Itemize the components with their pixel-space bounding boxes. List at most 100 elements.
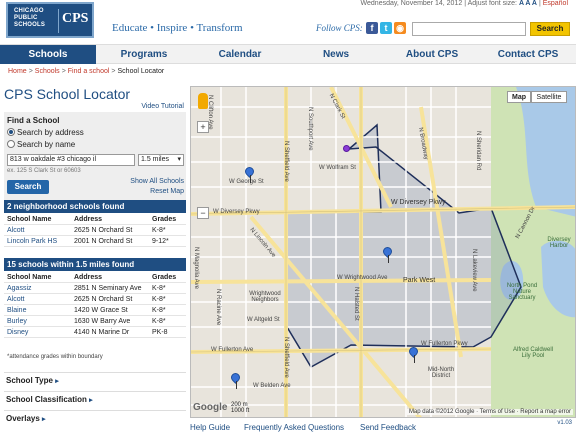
col-school-name: School Name xyxy=(7,216,52,223)
logo-divider xyxy=(58,9,59,33)
street-label: W Fullerton Ave xyxy=(211,347,254,353)
help-guide-link[interactable]: Help Guide xyxy=(190,423,230,432)
radio-unselected-icon[interactable] xyxy=(7,140,15,148)
nav-calendar[interactable]: Calendar xyxy=(192,45,288,64)
street-label: N Clifton Ave xyxy=(207,95,213,130)
language-link[interactable]: Español xyxy=(543,0,568,7)
table-row: Blaine 1420 W Grace St K-8* xyxy=(4,305,186,316)
app-version: v1.03 xyxy=(557,420,572,426)
school-link[interactable]: Blaine xyxy=(7,305,26,316)
breadcrumb-sep: > xyxy=(111,68,116,75)
logo-line-2: PUBLIC xyxy=(14,15,38,21)
school-link[interactable]: Disney xyxy=(7,327,28,338)
street-label: W Belden Ave xyxy=(253,383,291,389)
school-address: 1630 W Barry Ave xyxy=(74,318,131,325)
nearby-table: School Name Address Grades Agassiz 2851 … xyxy=(4,272,186,338)
nav-contact[interactable]: Contact CPS xyxy=(480,45,576,64)
area-label: Mid-North District xyxy=(427,367,455,379)
breadcrumb-schools[interactable]: Schools xyxy=(35,68,60,75)
col-grades: Grades xyxy=(152,274,177,281)
street-label: N Magnolia Ave xyxy=(193,247,199,289)
logo-cps: CPS xyxy=(62,11,89,26)
show-all-schools-link[interactable]: Show All Schools xyxy=(130,178,184,185)
filter-school-classification[interactable]: School Classification ▸ xyxy=(4,391,186,407)
table-row: Lincoln Park HS 2001 N Orchard St 9-12* xyxy=(4,236,186,247)
park-label: North Pond Nature Sanctuary xyxy=(506,283,538,301)
breadcrumb-find[interactable]: Find a school xyxy=(68,68,110,75)
dateline: Wednesday, November 14, 2012 | Adjust fo… xyxy=(361,0,568,7)
send-feedback-link[interactable]: Send Feedback xyxy=(360,423,416,432)
page-title: CPS School Locator xyxy=(4,86,131,102)
locator-search-button[interactable]: Search xyxy=(7,180,49,194)
distance-value: 1.5 miles xyxy=(141,156,170,163)
school-marker-stem xyxy=(388,255,389,263)
school-map[interactable]: Map Satellite + − W Diversey Pkwy W Dive… xyxy=(190,86,576,418)
school-marker-stem xyxy=(236,381,237,389)
school-link[interactable]: Burley xyxy=(7,316,27,327)
school-address: 2625 N Orchard St xyxy=(74,296,133,303)
nav-news[interactable]: News xyxy=(288,45,384,64)
map-scale: 200 m 1000 ft xyxy=(231,402,249,414)
nav-about[interactable]: About CPS xyxy=(384,45,480,64)
logo-line-3: SCHOOLS xyxy=(14,22,46,28)
reset-map-link[interactable]: Reset Map xyxy=(150,188,184,195)
park-label: Diversey Harbor xyxy=(547,237,571,249)
site-search-input[interactable] xyxy=(412,22,526,36)
video-tutorial-link[interactable]: Video Tutorial xyxy=(141,103,184,110)
table-row: Alcott 2625 N Orchard St K-8* xyxy=(4,294,186,305)
filter-overlays[interactable]: Overlays ▸ xyxy=(4,410,186,426)
school-address: 2625 N Orchard St xyxy=(74,227,133,234)
nav-programs[interactable]: Programs xyxy=(96,45,192,64)
school-link[interactable]: Alcott xyxy=(7,294,25,305)
font-size-controls[interactable]: A A A xyxy=(519,0,537,7)
school-link[interactable]: Alcott xyxy=(7,225,25,236)
faq-link[interactable]: Frequently Asked Questions xyxy=(244,423,344,432)
rss-icon[interactable]: ◉ xyxy=(394,22,406,34)
chevron-down-icon: ▾ xyxy=(177,156,181,163)
logo-line-1: CHICAGO xyxy=(14,8,44,14)
map-credit[interactable]: Map data ©2012 Google · Terms of Use · R… xyxy=(406,409,573,415)
school-grades: K-8* xyxy=(152,318,166,325)
map-type-satellite-button[interactable]: Satellite xyxy=(531,91,567,103)
map-type-map-button[interactable]: Map xyxy=(507,91,531,103)
scale-feet: 1000 ft xyxy=(231,408,250,414)
nav-schools[interactable]: Schools xyxy=(0,45,96,64)
facebook-icon[interactable]: f xyxy=(366,22,378,34)
address-hint: ex. 125 S Clark St or 60603 xyxy=(7,168,81,174)
neighborhood-table: School Name Address Grades Alcott 2625 N… xyxy=(4,214,186,247)
col-address: Address xyxy=(74,216,103,223)
radio-address-label: Search by address xyxy=(17,128,84,137)
breadcrumb-home[interactable]: Home xyxy=(8,68,27,75)
locator-panel: CPS School Locator Video Tutorial Find a… xyxy=(4,86,186,432)
twitter-icon[interactable]: t xyxy=(380,22,392,34)
radio-search-name[interactable]: Search by name xyxy=(7,140,75,149)
school-link[interactable]: Lincoln Park HS xyxy=(7,236,57,247)
street-label: W Diversey Pkwy xyxy=(213,209,260,215)
google-logo[interactable]: Google xyxy=(193,402,227,413)
home-location-marker-icon[interactable] xyxy=(343,145,350,152)
radio-search-address[interactable]: Search by address xyxy=(7,128,84,137)
cps-logo[interactable]: CHICAGO PUBLIC SCHOOLS CPS xyxy=(6,2,94,38)
radio-selected-icon[interactable] xyxy=(7,128,15,136)
area-label: Park West xyxy=(403,277,436,284)
tagline: Educate • Inspire • Transform xyxy=(112,22,243,34)
address-input[interactable]: 813 w oakdale #3 chicago il xyxy=(7,154,135,166)
filter-school-type[interactable]: School Type ▸ xyxy=(4,372,186,388)
zoom-out-button[interactable]: − xyxy=(197,207,209,219)
street-label: W Diversey Pkwy xyxy=(391,199,446,206)
school-address: 1420 W Grace St xyxy=(74,307,128,314)
street-label: N Sheffield Ave xyxy=(283,337,289,378)
chevron-right-icon: ▸ xyxy=(55,378,59,385)
school-link[interactable]: Agassiz xyxy=(7,283,32,294)
street-label: N Halsted St xyxy=(353,287,359,321)
logo-wordmark: CHICAGO PUBLIC SCHOOLS xyxy=(14,8,45,29)
breadcrumb-current: School Locator xyxy=(117,68,165,75)
site-search-button[interactable]: Search xyxy=(530,22,570,36)
find-school-title: Find a School xyxy=(7,116,60,125)
neighborhood-header: 2 neighborhood schools found xyxy=(4,200,186,213)
table-row: Burley 1630 W Barry Ave K-8* xyxy=(4,316,186,327)
distance-select[interactable]: 1.5 miles ▾ xyxy=(138,154,184,166)
street-label: N Racine Ave xyxy=(215,289,221,326)
table-header: School Name Address Grades xyxy=(4,272,186,283)
street-label: N Sheffield Ave xyxy=(283,141,289,182)
